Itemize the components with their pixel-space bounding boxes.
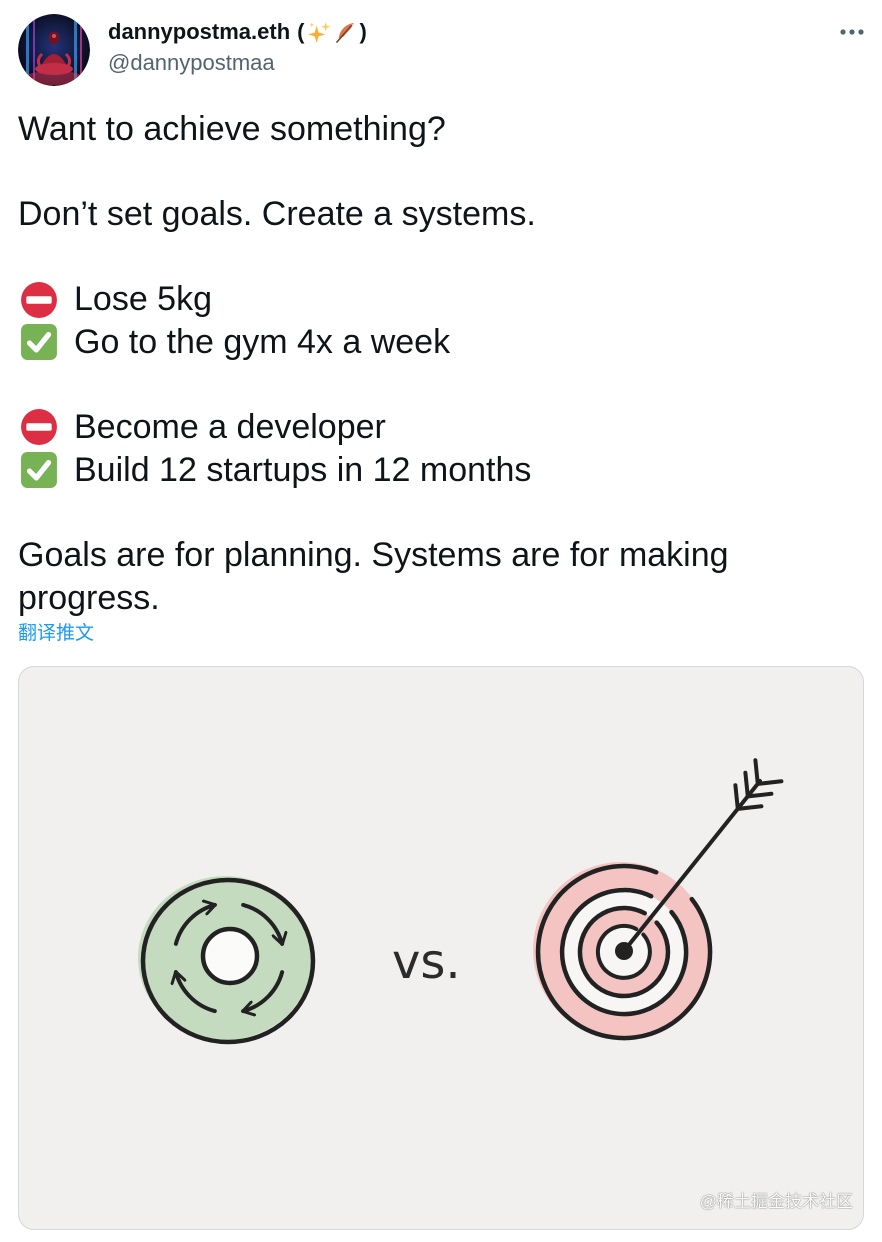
example-system-text: Go to the gym 4x a week: [74, 322, 451, 361]
example-goal-text: Become a developer: [74, 408, 386, 447]
avatar[interactable]: [18, 14, 90, 86]
tweet-closing: Goals are for planning. Systems are for …: [18, 535, 729, 617]
check-mark-icon: [21, 324, 57, 361]
feather-icon: [336, 22, 355, 43]
vs-label: vs.: [392, 934, 461, 990]
name-paren-close: ): [359, 19, 367, 44]
example-group-2: Become a developer Build 12 startups in …: [18, 406, 864, 491]
cycle-arrows-icon: [138, 876, 316, 1045]
more-icon: [840, 29, 864, 35]
check-mark-icon: [21, 452, 57, 488]
tweet-intro: Want to achieve something?: [18, 110, 446, 148]
no-entry-icon: [21, 409, 57, 446]
tweet-media-image[interactable]: vs. @稀土掘金技术社区: [18, 666, 864, 1230]
example-line: Build 12 startups in 12 months: [18, 449, 864, 492]
watermark: @稀土掘金技术社区: [699, 1192, 853, 1211]
target-arrow-icon: [533, 758, 784, 1041]
tweet-text: Want to achieve something? Don’t set goa…: [18, 108, 864, 619]
name-paren-open: (: [297, 19, 305, 44]
no-entry-icon: [21, 281, 57, 318]
systems-vs-goals-illustration: vs.: [138, 758, 784, 1045]
example-line: Become a developer: [18, 406, 864, 449]
tweet-thesis: Don’t set goals. Create a systems.: [18, 195, 536, 234]
avatar-image: [18, 14, 90, 86]
example-system-text: Build 12 startups in 12 months: [74, 450, 532, 489]
translate-tweet-link[interactable]: 翻译推文: [18, 623, 94, 645]
display-name[interactable]: dannypostma.eth: [108, 19, 290, 45]
more-button[interactable]: [838, 22, 866, 42]
example-group-1: Lose 5kg Go to the gym 4x a week: [18, 278, 864, 363]
example-goal-text: Lose 5kg: [74, 280, 212, 319]
author-handle[interactable]: @dannypostmaa: [108, 50, 275, 76]
author-name[interactable]: dannypostma.eth ( ): [108, 19, 367, 45]
sparkles-icon: [308, 21, 331, 43]
example-line: Lose 5kg: [18, 278, 864, 321]
example-line: Go to the gym 4x a week: [18, 321, 864, 364]
